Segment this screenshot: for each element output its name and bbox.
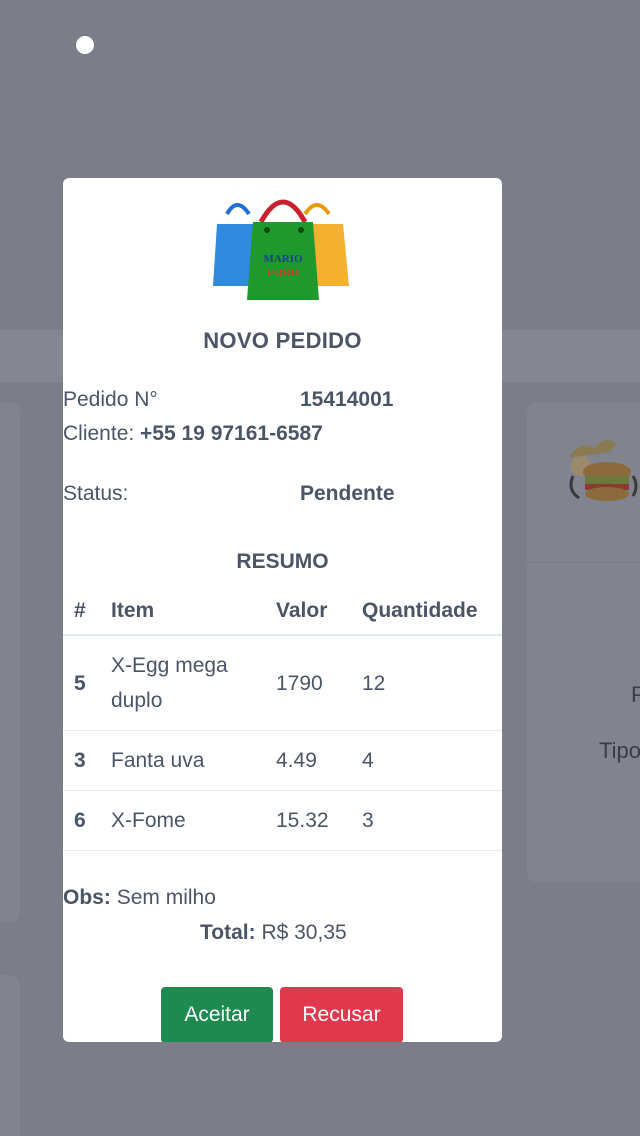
client-phone-redaction <box>223 440 373 454</box>
background-card-type-label: Tipo <box>599 738 640 763</box>
row-value: 1790 <box>276 635 362 731</box>
row-number: 5 <box>63 635 111 731</box>
order-total: Total: R$ 30,35 <box>200 921 347 945</box>
new-order-modal: MARIO FOOD NOVO PEDIDO Pedido N° 1541400… <box>63 178 502 1042</box>
background-card-right: P Tipo <box>527 402 640 882</box>
modal-title: NOVO PEDIDO <box>203 328 362 353</box>
burger-mascot-icon <box>569 439 638 501</box>
table-row: 6 X-Fome 15.32 3 <box>63 790 502 851</box>
svg-text:MARIO: MARIO <box>263 253 303 265</box>
table-row: 3 Fanta uva 4.49 4 <box>63 730 502 791</box>
order-items-table: # Item Valor Quantidade 5 X-Egg mega dup… <box>63 588 502 851</box>
background-card-left <box>0 402 20 922</box>
client-label: Cliente: <box>63 422 135 445</box>
row-value: 15.32 <box>276 790 362 851</box>
total-value: R$ 30,35 <box>261 921 347 944</box>
row-item-line: X-Egg mega <box>111 654 228 677</box>
background-card-image-area <box>527 402 640 563</box>
row-quantity: 4 <box>362 730 502 791</box>
status-dot <box>76 36 94 54</box>
row-number: 6 <box>63 790 111 851</box>
summary-title: RESUMO <box>236 550 329 573</box>
mario-food-logo-icon: MARIO FOOD <box>213 199 349 300</box>
row-item: Fanta uva <box>111 730 276 791</box>
column-header-number: # <box>63 588 111 636</box>
background-card-text: P <box>631 682 640 707</box>
observation-label: Obs: <box>63 886 111 909</box>
column-header-item: Item <box>111 588 276 636</box>
order-number-label: Pedido N° <box>63 388 158 411</box>
order-number-value: 15414001 <box>300 388 394 411</box>
observation: Obs: Sem milho <box>63 886 216 910</box>
table-header-row: # Item Valor Quantidade <box>63 588 502 636</box>
background-card-left-bottom <box>0 975 20 1136</box>
observation-value: Sem milho <box>116 886 216 909</box>
row-number: 3 <box>63 730 111 791</box>
column-header-quantity: Quantidade <box>362 588 502 636</box>
column-header-value: Valor <box>276 588 362 636</box>
row-item: X-Fome <box>111 790 276 851</box>
status-label: Status: <box>63 482 129 505</box>
row-value: 4.49 <box>276 730 362 791</box>
row-item: X-Egg mega duplo <box>111 635 276 731</box>
row-quantity: 3 <box>362 790 502 851</box>
status-value: Pendente <box>300 482 395 505</box>
row-item-line: duplo <box>111 689 163 712</box>
table-row: 5 X-Egg mega duplo 1790 12 <box>63 635 502 731</box>
accept-button[interactable]: Aceitar <box>161 987 273 1042</box>
svg-text:FOOD: FOOD <box>267 267 299 279</box>
row-quantity: 12 <box>362 635 502 731</box>
total-label: Total: <box>200 921 256 944</box>
refuse-button[interactable]: Recusar <box>280 987 403 1042</box>
